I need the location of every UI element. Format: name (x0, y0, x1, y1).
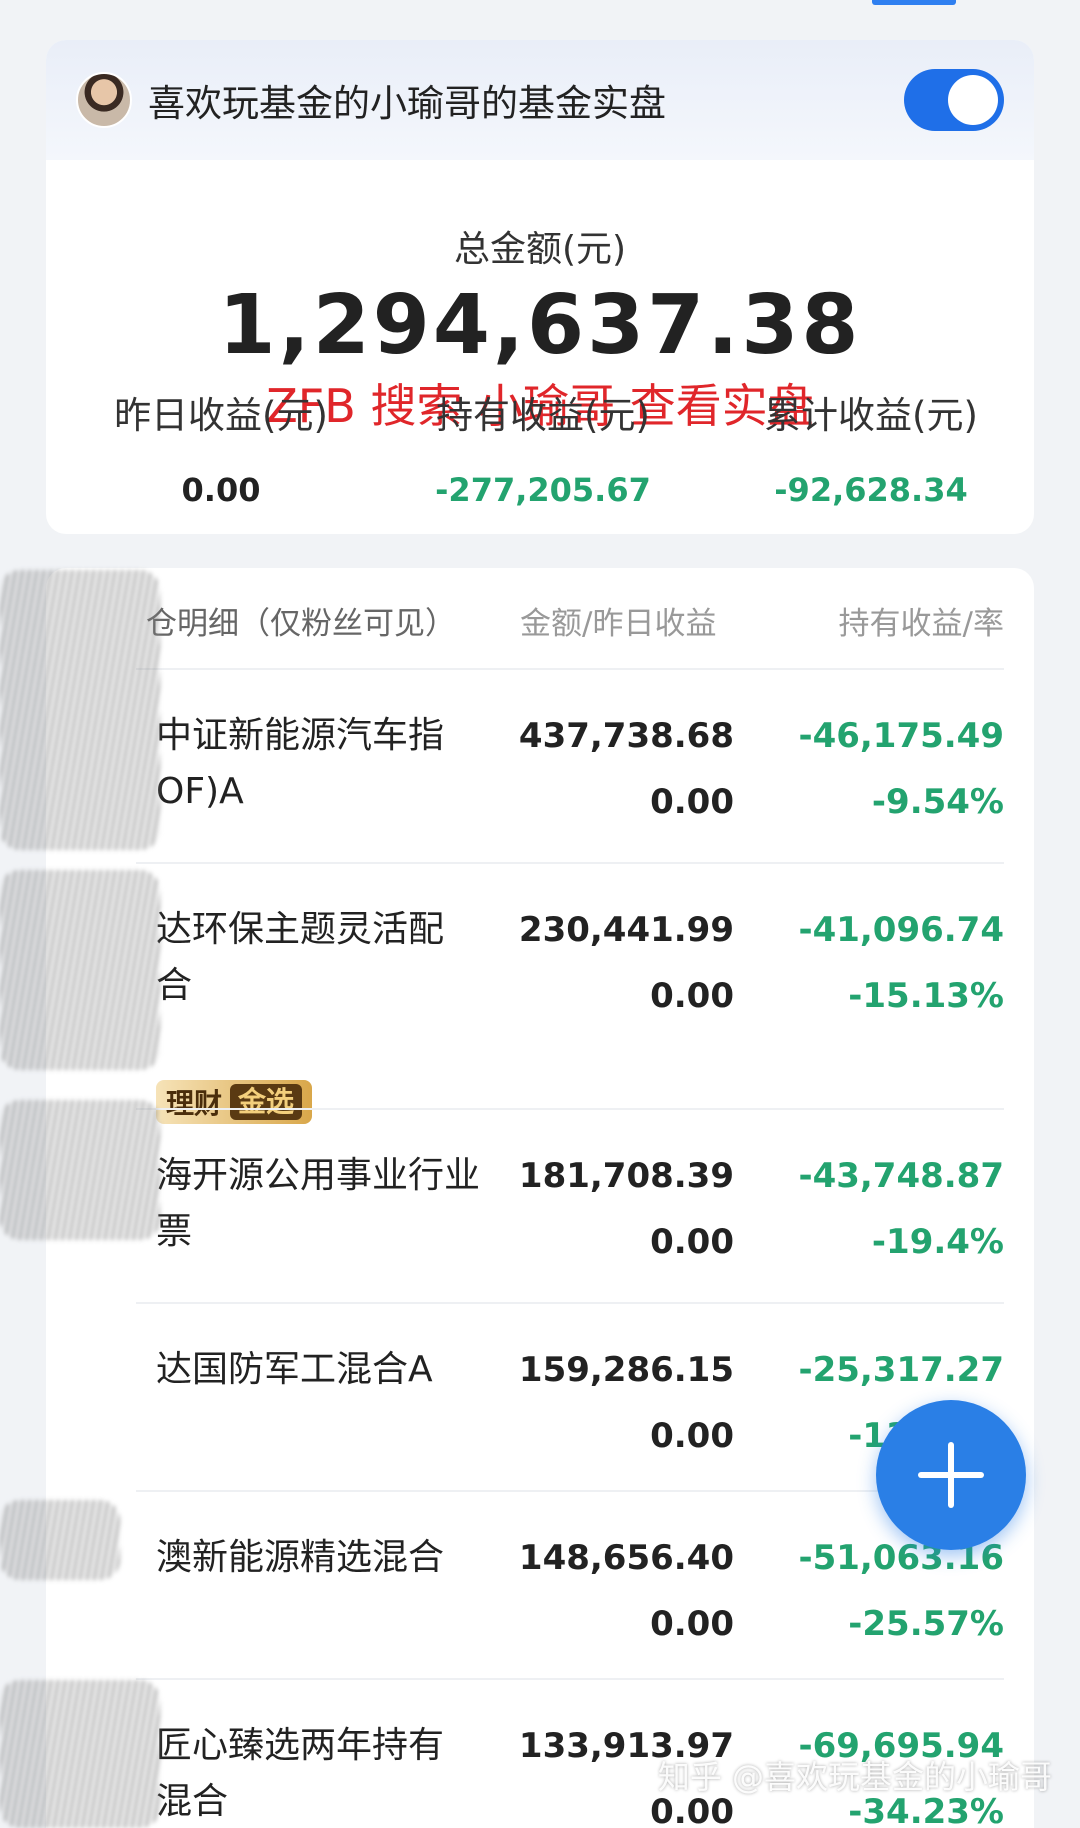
stat-holding-value: -277,205.67 (435, 471, 651, 509)
plus-icon (918, 1442, 984, 1508)
watermark: 知乎 @喜欢玩基金的小瑜哥 (657, 1758, 1052, 1796)
fund-amount: 148,656.40 (518, 1538, 734, 1578)
stat-yesterday-label: 昨日收益(元) (114, 394, 328, 437)
redaction-mark (0, 1500, 120, 1580)
stat-cumulative: 累计收益(元) -92,628.34 (706, 385, 1034, 509)
fund-name: 达环保主题灵活配 合 (156, 909, 445, 1006)
fund-row[interactable]: 澳新能源精选混合 148,656.40 0.00 -51,063.16 -25.… (46, 1492, 1034, 1680)
stat-cumulative-label: 累计收益(元) (764, 394, 978, 437)
fund-name: 澳新能源精选混合 (156, 1537, 445, 1578)
fund-holding-rate: -19.4% (871, 1222, 1004, 1262)
fund-yesterday-profit: 0.00 (650, 1604, 734, 1644)
fund-name: 海开源公用事业行业 票 (156, 1155, 481, 1252)
account-header: 喜欢玩基金的小瑜哥的基金实盘 (46, 40, 1034, 160)
fund-amount: 159,286.15 (518, 1350, 734, 1390)
add-fund-button[interactable] (876, 1400, 1026, 1550)
avatar[interactable] (76, 72, 132, 128)
fund-holding-profit: -43,748.87 (798, 1156, 1004, 1196)
holdings-card: 仓明细（仅粉丝可见） 金额/昨日收益 持有收益/率 中证新能源汽车指 OF)A … (46, 568, 1034, 1828)
fund-row[interactable]: 海开源公用事业行业 票 181,708.39 0.00 -43,748.87 -… (46, 1110, 1034, 1304)
stat-cumulative-value: -92,628.34 (774, 471, 968, 509)
fund-name: 匠心臻选两年持有 混合 (156, 1725, 445, 1822)
redaction-mark (0, 570, 160, 850)
fund-amount: 181,708.39 (518, 1156, 734, 1196)
fund-amount: 437,738.68 (518, 716, 734, 756)
fund-holding-rate: -15.13% (848, 976, 1004, 1016)
fund-holding-profit: -25,317.27 (798, 1350, 1004, 1390)
total-amount-label: 总金额(元) (453, 229, 627, 270)
account-name: 喜欢玩基金的小瑜哥的基金实盘 (148, 82, 666, 125)
toggle-knob (948, 75, 998, 125)
visibility-toggle[interactable] (904, 69, 1004, 131)
holdings-header-amount[interactable]: 金额/昨日收益 (520, 598, 716, 643)
stat-holding: 持有收益(元) -277,205.67 (378, 385, 708, 509)
stat-yesterday-value: 0.00 (181, 471, 261, 509)
fund-holding-profit: -46,175.49 (798, 716, 1004, 756)
stat-yesterday: 昨日收益(元) 0.00 (56, 385, 386, 509)
fund-amount: 230,441.99 (518, 910, 734, 950)
fund-yesterday-profit: 0.00 (650, 1416, 734, 1456)
stat-holding-label: 持有收益(元) (436, 394, 650, 437)
total-amount-value: 1,294,637.38 (218, 278, 862, 373)
top-tab-indicator (872, 0, 956, 5)
holdings-header: 仓明细（仅粉丝可见） 金额/昨日收益 持有收益/率 (46, 598, 1034, 658)
fund-holding-profit: -41,096.74 (798, 910, 1004, 950)
fund-yesterday-profit: 0.00 (650, 976, 734, 1016)
fund-yesterday-profit: 0.00 (650, 1222, 734, 1262)
fund-yesterday-profit: 0.00 (650, 782, 734, 822)
fund-name: 达国防军工混合A (156, 1349, 433, 1390)
redaction-mark (0, 1100, 160, 1240)
fund-holding-rate: -9.54% (871, 782, 1004, 822)
redaction-mark (0, 1680, 160, 1828)
fund-name: 中证新能源汽车指 OF)A (156, 715, 445, 812)
fund-row[interactable]: 中证新能源汽车指 OF)A 437,738.68 0.00 -46,175.49… (46, 670, 1034, 864)
fund-holding-rate: -25.57% (848, 1604, 1004, 1644)
holdings-header-name: 仓明细（仅粉丝可见） (146, 606, 456, 642)
holdings-header-profit[interactable]: 持有收益/率 (839, 598, 1004, 643)
fund-row[interactable]: 达环保主题灵活配 合 230,441.99 0.00 -41,096.74 -1… (46, 864, 1034, 1124)
redaction-mark (0, 870, 160, 1070)
summary-card: 喜欢玩基金的小瑜哥的基金实盘 总金额(元) 1,294,637.38 ZFB 搜… (46, 40, 1034, 534)
